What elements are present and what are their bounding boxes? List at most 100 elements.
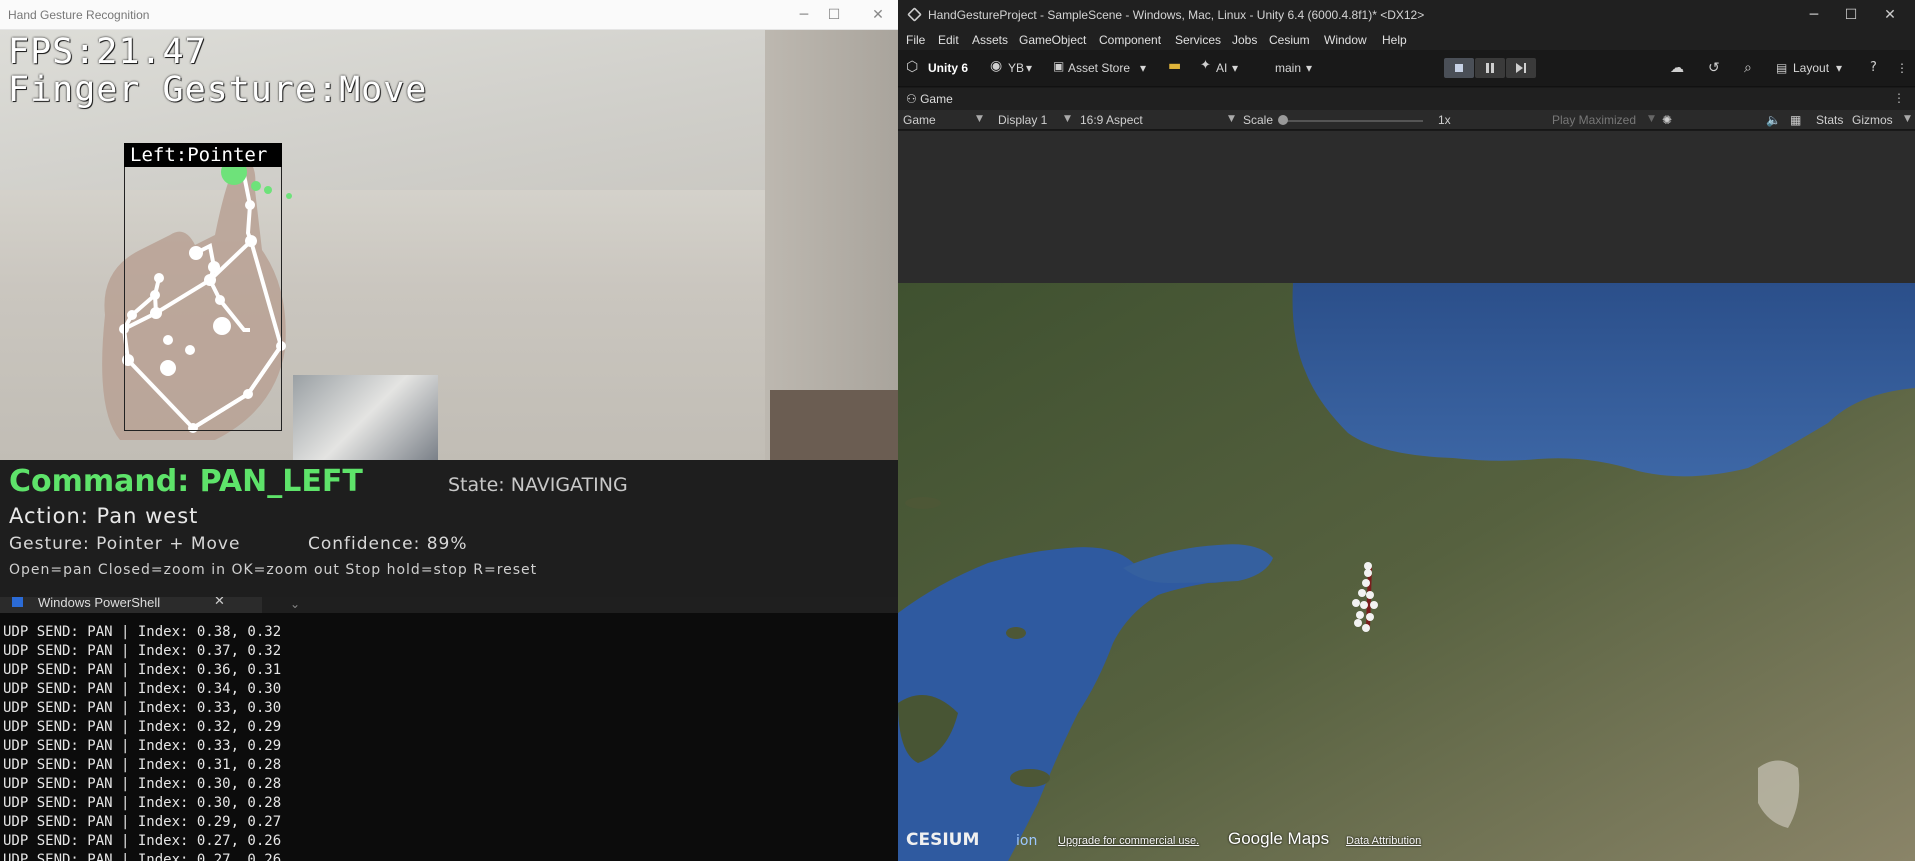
history-icon[interactable]: ↺ [1708, 60, 1720, 76]
help-icon[interactable]: ? [1870, 60, 1877, 75]
desktop: Hand Gesture Recognition ─ ☐ ✕ Left:Poin… [0, 0, 1915, 861]
console-line: UDP SEND: PAN | Index: 0.30, 0.28 [3, 795, 282, 811]
console-line: UDP SEND: PAN | Index: 0.38, 0.32 [3, 624, 282, 640]
powershell-output: UDP SEND: PAN | Index: 0.38, 0.32 UDP SEN… [3, 623, 281, 861]
confidence-readout: Confidence: 89% [308, 534, 468, 554]
cesium-ion-logo: ion [1016, 833, 1038, 849]
tab-options-icon[interactable]: ⋮ [1893, 91, 1905, 105]
console-line: UDP SEND: PAN | Index: 0.29, 0.27 [3, 814, 282, 830]
console-line: UDP SEND: PAN | Index: 0.31, 0.28 [3, 757, 282, 773]
menu-jobs[interactable]: Jobs [1232, 33, 1257, 47]
command-readout: Command: PAN_LEFT [9, 464, 363, 499]
cesium-logo: CESIUM [906, 830, 980, 850]
maximize-button[interactable]: ☐ [816, 4, 852, 26]
menu-cesium[interactable]: Cesium [1269, 33, 1310, 47]
bug-icon[interactable]: ✺ [1662, 113, 1672, 127]
keyboard-shortcuts-icon[interactable]: ▦ [1790, 113, 1801, 127]
controls-help: Open=pan Closed=zoom in OK=zoom out Stop… [9, 562, 538, 578]
play-maximized-chevron-icon: ▼ [1648, 114, 1655, 124]
menu-edit[interactable]: Edit [938, 33, 959, 47]
step-icon-bar [1524, 63, 1526, 73]
data-attribution-link[interactable]: Data Attribution [1346, 835, 1421, 847]
upgrade-commercial-link[interactable]: Upgrade for commercial use. [1058, 835, 1199, 847]
menu-assets[interactable]: Assets [972, 33, 1008, 47]
play-maximized-dropdown[interactable]: Play Maximized [1552, 113, 1636, 127]
finger-gesture-readout: Finger Gesture:Move [8, 70, 428, 110]
game-view-map[interactable] [898, 283, 1915, 861]
stats-button[interactable]: Stats [1816, 113, 1843, 127]
game-view-letterbox [898, 131, 1915, 283]
menu-window[interactable]: Window [1324, 33, 1367, 47]
aspect-chevron-icon: ▼ [1228, 114, 1235, 124]
scale-value: 1x [1438, 113, 1451, 127]
unity-close-button[interactable]: ✕ [1872, 4, 1908, 26]
step-button[interactable] [1506, 58, 1536, 78]
hand-label: Left:Pointer [124, 143, 282, 167]
tab-game[interactable]: ⚇ Game [906, 92, 953, 106]
console-line: UDP SEND: PAN | Index: 0.27, 0.26 [3, 833, 282, 849]
new-tab-chevron-icon[interactable]: ⌄ [290, 597, 300, 611]
aspect-dropdown[interactable]: 16:9 Aspect [1080, 113, 1143, 127]
account-chevron-icon: ▾ [1026, 61, 1033, 75]
unity-maximize-button[interactable]: ☐ [1833, 4, 1869, 26]
layout-icon: ▤ [1776, 61, 1788, 75]
branch-button[interactable]: main [1275, 61, 1301, 75]
hand-gesture-window-title: Hand Gesture Recognition [8, 8, 150, 22]
stop-icon [1455, 64, 1463, 72]
unity-window-title: HandGestureProject - SampleScene - Windo… [928, 8, 1425, 22]
ai-chevron-icon: ▾ [1232, 61, 1239, 75]
mute-audio-icon[interactable]: 🔈 [1766, 113, 1781, 127]
unity-minimize-button[interactable]: ─ [1796, 4, 1832, 26]
unity-editor-window: HandGestureProject - SampleScene - Windo… [898, 0, 1915, 861]
ai-button[interactable]: AI [1216, 61, 1227, 75]
scale-slider-handle[interactable] [1278, 115, 1288, 125]
unity-main-toolbar: ⬡ Unity 6 ◉ YB ▾ ▣ Asset Store ▾ ▬ ✦ AI … [898, 50, 1915, 87]
pause-button[interactable] [1475, 58, 1505, 78]
satellite-map [898, 283, 1915, 861]
action-readout: Action: Pan west [9, 504, 199, 528]
menu-file[interactable]: File [906, 33, 925, 47]
powershell-tab-title: Windows PowerShell [38, 597, 161, 610]
menu-component[interactable]: Component [1099, 33, 1161, 47]
unity-version-button[interactable]: Unity 6 [928, 61, 968, 75]
menu-gameobject[interactable]: GameObject [1019, 33, 1086, 47]
close-button[interactable]: ✕ [860, 4, 896, 26]
asset-store-icon: ▣ [1053, 59, 1065, 73]
layout-button[interactable]: Layout [1793, 61, 1829, 75]
more-menu-icon[interactable]: ⋮ [1896, 61, 1908, 75]
console-line: UDP SEND: PAN | Index: 0.33, 0.29 [3, 738, 282, 754]
unity-titlebar[interactable]: HandGestureProject - SampleScene - Windo… [898, 0, 1915, 30]
gizmos-chevron-icon: ▼ [1904, 114, 1911, 124]
layout-chevron-icon: ▾ [1836, 61, 1843, 75]
display-chevron-icon: ▼ [1064, 114, 1071, 124]
game-mode-dropdown[interactable]: Game [903, 113, 936, 127]
game-view-toolbar: Game ▼ Display 1 ▼ 16:9 Aspect ▼ Scale 1… [898, 110, 1915, 130]
package-icon[interactable]: ▬ [1168, 58, 1181, 74]
close-tab-icon[interactable]: ✕ [214, 597, 225, 609]
cloud-icon[interactable]: ☁ [1670, 60, 1684, 76]
island-3 [905, 497, 941, 509]
ai-sparkle-icon: ✦ [1200, 58, 1211, 73]
unity-menubar: File Edit Assets GameObject Component Se… [898, 30, 1915, 50]
stop-button[interactable] [1444, 58, 1474, 78]
hand-gesture-titlebar[interactable]: Hand Gesture Recognition ─ ☐ ✕ [0, 0, 898, 30]
account-button[interactable]: YB [1008, 61, 1024, 75]
gizmos-button[interactable]: Gizmos [1852, 113, 1893, 127]
play-controls [1444, 58, 1536, 78]
menu-help[interactable]: Help [1382, 33, 1407, 47]
unity-logo-icon [907, 7, 922, 22]
scale-label: Scale [1243, 113, 1274, 127]
console-line: UDP SEND: PAN | Index: 0.27, 0.26 [3, 852, 282, 861]
asset-store-button[interactable]: Asset Store [1068, 61, 1130, 75]
gamepad-icon: ⚇ [906, 92, 921, 106]
game-tab-bar: ⚇ Game ⋮ [898, 88, 1915, 110]
menu-services[interactable]: Services [1175, 33, 1221, 47]
search-icon[interactable]: ⌕ [1744, 60, 1752, 76]
display-dropdown[interactable]: Display 1 [998, 113, 1047, 127]
scale-slider[interactable] [1283, 120, 1423, 122]
state-readout: State: NAVIGATING [448, 474, 628, 496]
powershell-window: Windows PowerShell ✕ ⌄ UDP SEND: PAN | I… [0, 597, 898, 861]
powershell-tab[interactable]: Windows PowerShell ✕ [0, 597, 262, 613]
google-maps-logo: Google Maps [1228, 829, 1330, 848]
hand-bounding-box [124, 143, 282, 431]
